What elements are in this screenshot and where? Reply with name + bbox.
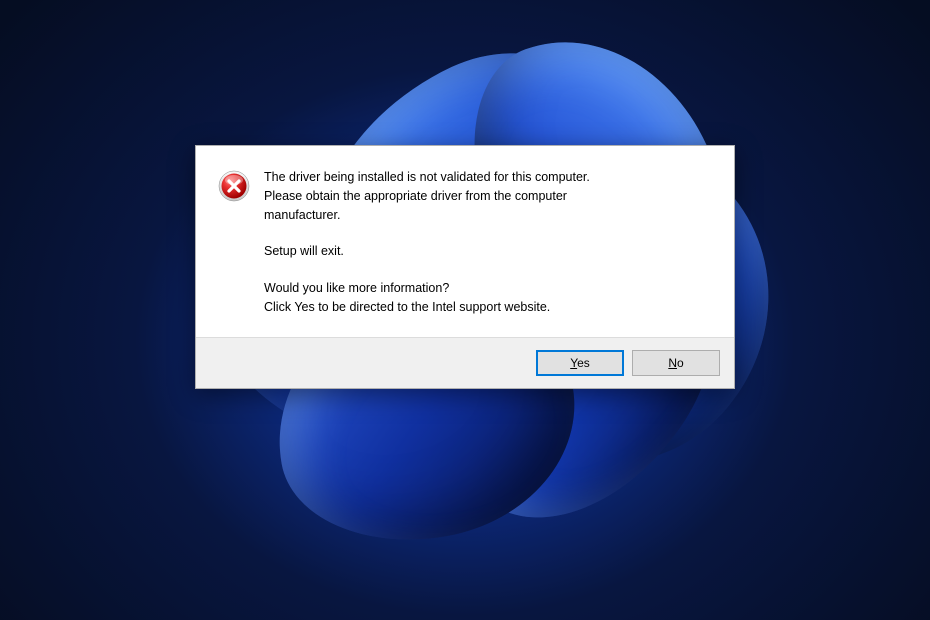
message-line: Setup will exit. [264, 242, 590, 261]
message-line: The driver being installed is not valida… [264, 168, 590, 187]
message-line: Please obtain the appropriate driver fro… [264, 187, 590, 206]
yes-button[interactable]: Yes [536, 350, 624, 376]
dialog-message: The driver being installed is not valida… [264, 168, 590, 317]
error-icon [218, 170, 250, 202]
message-line: manufacturer. [264, 206, 590, 225]
message-line: Would you like more information? [264, 279, 590, 298]
dialog-footer: Yes No [196, 337, 734, 388]
message-line: Click Yes to be directed to the Intel su… [264, 298, 590, 317]
error-dialog: The driver being installed is not valida… [195, 145, 735, 389]
dialog-body: The driver being installed is not valida… [196, 146, 734, 337]
no-button[interactable]: No [632, 350, 720, 376]
